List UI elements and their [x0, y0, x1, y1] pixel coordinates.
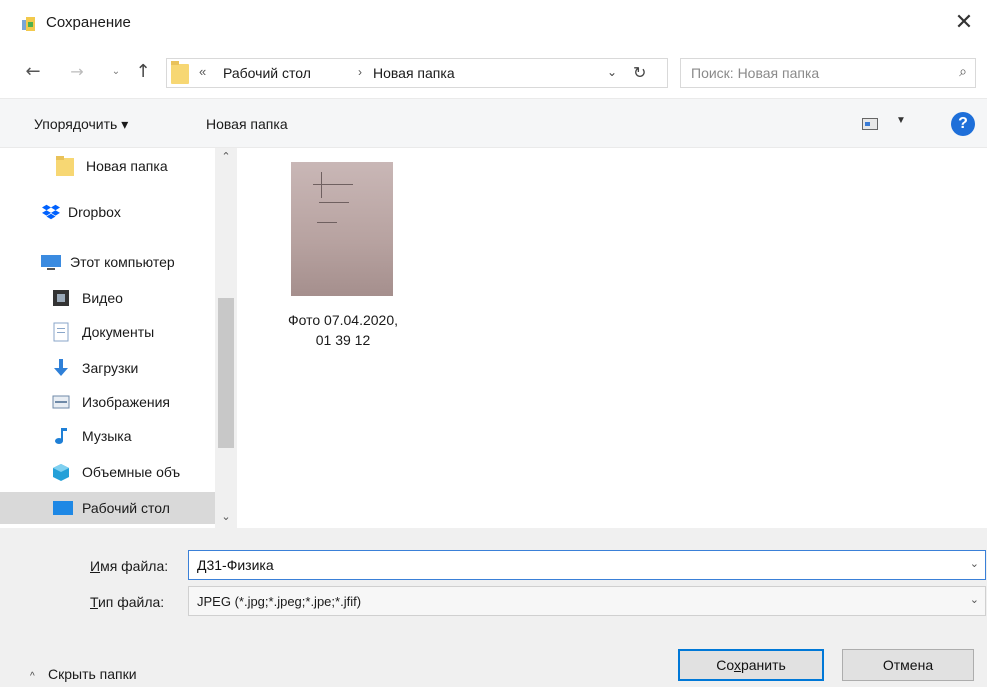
- up-arrow-icon[interactable]: ↑: [132, 60, 154, 84]
- sidebar-item-label: Новая папка: [86, 158, 168, 174]
- folder-icon: [56, 156, 74, 176]
- sidebar-item-pictures[interactable]: Изображения: [0, 386, 215, 418]
- desktop-icon: [53, 501, 73, 515]
- navigation-bar: ← → ⌄ ↑ « Рабочий стол › Новая папка ⌄ ↻…: [0, 50, 987, 94]
- chevron-down-icon[interactable]: ⌄: [970, 593, 979, 606]
- chevron-down-icon[interactable]: ⌄: [607, 65, 617, 79]
- sidebar-item-desktop[interactable]: Рабочий стол: [0, 492, 215, 524]
- thumbnail-mark: [317, 222, 337, 223]
- window-title: Сохранение: [46, 14, 131, 31]
- filetype-value: JPEG (*.jpg;*.jpeg;*.jpe;*.jfif): [197, 594, 362, 609]
- sidebar-item-label: Загрузки: [82, 360, 139, 376]
- sidebar-item-label: Dropbox: [68, 204, 121, 220]
- breadcrumb-separator[interactable]: ›: [358, 65, 362, 79]
- refresh-icon[interactable]: ↻: [633, 63, 646, 82]
- cancel-button[interactable]: Отмена: [842, 649, 974, 681]
- file-name: Фото 07.04.2020, 01 39 12: [273, 310, 413, 350]
- filetype-label-accesskey: Т: [90, 594, 98, 610]
- file-list: Фото 07.04.2020, 01 39 12: [237, 148, 987, 528]
- sidebar-item-label: Рабочий стол: [82, 500, 170, 516]
- photo-thumbnail: [291, 162, 393, 296]
- file-name-line-1: Фото 07.04.2020,: [287, 312, 398, 328]
- sidebar-item-label: Этот компьютер: [70, 254, 175, 270]
- music-icon: [55, 428, 67, 444]
- save-label-post: ранить: [740, 657, 786, 673]
- video-icon: [53, 290, 69, 306]
- filename-label-accesskey: И: [90, 558, 101, 574]
- help-icon[interactable]: ?: [951, 112, 975, 136]
- search-box[interactable]: ⌕: [680, 58, 976, 88]
- save-button[interactable]: Сохранить: [678, 649, 824, 681]
- sidebar-item-downloads[interactable]: Загрузки: [0, 352, 215, 384]
- filename-label: Имя файла:: [90, 558, 168, 574]
- filename-label-text: мя файла:: [100, 558, 169, 574]
- computer-icon: [41, 255, 61, 270]
- sidebar-item-label: Видео: [82, 290, 123, 306]
- sidebar-item-documents[interactable]: Документы: [0, 316, 215, 348]
- hide-folders-label: Скрыть папки: [48, 666, 137, 682]
- search-input[interactable]: [691, 63, 941, 83]
- 3d-objects-icon: [53, 464, 69, 481]
- breadcrumb-desktop[interactable]: Рабочий стол: [223, 65, 311, 81]
- chevron-down-icon[interactable]: ⌄: [970, 557, 979, 570]
- filetype-label: Тип файла:: [90, 594, 164, 610]
- filename-input[interactable]: [197, 555, 937, 575]
- sidebar-item-label: Изображения: [82, 394, 170, 410]
- view-dropdown-icon[interactable]: ▼: [896, 115, 906, 126]
- filename-field[interactable]: ⌄: [188, 550, 986, 580]
- chevron-up-icon: ^: [30, 671, 35, 682]
- breadcrumb-overflow[interactable]: «: [199, 64, 206, 79]
- scroll-down-icon[interactable]: ⌄: [215, 508, 237, 526]
- view-options-icon[interactable]: [862, 118, 878, 130]
- breadcrumb-new-folder[interactable]: Новая папка: [373, 65, 455, 81]
- sidebar-item-new-folder[interactable]: Новая папка: [0, 150, 215, 182]
- file-name-line-2: 01 39 12: [315, 332, 371, 348]
- folder-icon: [171, 61, 189, 84]
- thumbnail-mark: [319, 202, 349, 203]
- sidebar-item-this-pc[interactable]: Этот компьютер: [0, 246, 215, 278]
- recent-locations-chevron-icon[interactable]: ⌄: [108, 60, 124, 84]
- scroll-up-icon[interactable]: ⌃: [215, 148, 237, 166]
- thumbnail-mark: [313, 184, 353, 185]
- sidebar-item-label: Объемные объ: [82, 464, 181, 480]
- sidebar-item-music[interactable]: Музыка: [0, 420, 215, 452]
- sidebar-item-videos[interactable]: Видео: [0, 282, 215, 314]
- documents-icon: [53, 322, 69, 342]
- filetype-select[interactable]: JPEG (*.jpg;*.jpeg;*.jpe;*.jfif) ⌄: [188, 586, 986, 616]
- hide-folders-button[interactable]: ^ Скрыть папки: [30, 666, 137, 682]
- filetype-label-text: ип файла:: [97, 594, 165, 610]
- new-folder-button[interactable]: Новая папка: [206, 116, 288, 132]
- sidebar-item-dropbox[interactable]: Dropbox: [0, 196, 215, 228]
- forward-arrow-icon[interactable]: →: [66, 60, 88, 84]
- save-label-accesskey: х: [733, 657, 741, 673]
- sidebar-scrollbar[interactable]: ⌃ ⌄: [215, 148, 237, 528]
- dropbox-icon: [42, 204, 60, 220]
- save-dialog-icon: [22, 17, 35, 31]
- title-bar: Сохранение ✕: [0, 0, 987, 48]
- search-icon[interactable]: ⌕: [959, 64, 967, 80]
- close-icon[interactable]: ✕: [949, 10, 979, 38]
- sidebar-item-label: Музыка: [82, 428, 132, 444]
- scrollbar-thumb[interactable]: [218, 298, 234, 448]
- organize-button[interactable]: Упорядочить ▾: [34, 116, 128, 133]
- thumbnail-mark: [321, 172, 322, 198]
- pictures-icon: [52, 395, 70, 409]
- sidebar-item-label: Документы: [82, 324, 155, 340]
- toolbar: Упорядочить ▾ Новая папка ▼ ?: [0, 98, 987, 148]
- address-bar[interactable]: « Рабочий стол › Новая папка ⌄ ↻: [166, 58, 668, 88]
- save-form-panel: Имя файла: ⌄ Тип файла: JPEG (*.jpg;*.jp…: [0, 528, 987, 687]
- back-arrow-icon[interactable]: ←: [22, 60, 44, 84]
- downloads-icon: [54, 359, 68, 376]
- navigation-pane: Новая папка Dropbox Этот компьютер Видео…: [0, 148, 237, 528]
- sidebar-item-3d-objects[interactable]: Объемные объ: [0, 456, 215, 488]
- save-label-pre: Со: [716, 657, 734, 673]
